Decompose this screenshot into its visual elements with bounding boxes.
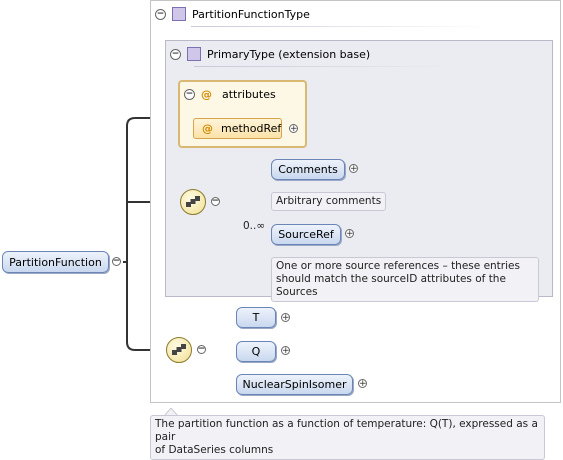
expand-icon[interactable]: + bbox=[345, 229, 354, 239]
collapse-icon[interactable]: − bbox=[170, 48, 181, 60]
sequence-icon bbox=[172, 344, 186, 355]
element-q[interactable]: Q bbox=[236, 341, 276, 362]
attributes-header: − @ attributes bbox=[184, 88, 276, 101]
expand-icon[interactable]: + bbox=[358, 379, 367, 389]
sequence-compositor-icon[interactable] bbox=[180, 189, 206, 215]
header-divider bbox=[194, 66, 454, 67]
attribute-at-icon: @ bbox=[202, 122, 213, 135]
collapse-icon[interactable]: − bbox=[184, 89, 195, 100]
element-comments[interactable]: Comments bbox=[271, 159, 345, 180]
element-name: PartitionFunction bbox=[9, 255, 102, 269]
element-t[interactable]: T bbox=[236, 307, 276, 328]
element-name: Comments bbox=[278, 163, 338, 176]
expand-icon[interactable]: + bbox=[289, 124, 298, 134]
collapse-icon[interactable]: − bbox=[112, 257, 121, 266]
element-name: Q bbox=[251, 345, 261, 358]
root-doc: The partition function as a function of … bbox=[150, 415, 545, 460]
expand-icon[interactable]: + bbox=[349, 164, 358, 174]
collapse-icon[interactable]: − bbox=[211, 197, 220, 206]
type-square-icon bbox=[187, 47, 201, 61]
attribute-name: methodRef bbox=[221, 122, 282, 135]
comments-doc: Arbitrary comments bbox=[271, 192, 387, 211]
element-name: NuclearSpinIsomer bbox=[242, 378, 347, 391]
collapse-icon[interactable]: − bbox=[155, 8, 166, 20]
element-name: T bbox=[252, 311, 260, 324]
collapse-icon[interactable]: − bbox=[197, 345, 206, 354]
element-nuclearspinisomer[interactable]: NuclearSpinIsomer bbox=[236, 374, 353, 395]
expand-icon[interactable]: + bbox=[281, 346, 290, 356]
element-sourceref[interactable]: SourceRef bbox=[271, 224, 341, 245]
base-type-name: PrimaryType (extension base) bbox=[207, 47, 371, 61]
complex-type-header: − PartitionFunctionType bbox=[155, 7, 310, 21]
attributes-label: attributes bbox=[222, 88, 276, 101]
complex-type-name: PartitionFunctionType bbox=[192, 7, 310, 21]
header-divider bbox=[191, 26, 491, 27]
sequence-icon bbox=[186, 196, 200, 207]
sequence-compositor-icon[interactable] bbox=[166, 337, 192, 363]
sourceref-doc: One or more source references – these en… bbox=[271, 257, 539, 302]
expand-icon[interactable]: + bbox=[281, 313, 290, 323]
occurrence-label: 0..∞ bbox=[243, 220, 266, 232]
type-square-icon bbox=[172, 7, 186, 21]
attribute-methodref[interactable]: @ methodRef bbox=[193, 118, 282, 139]
base-type-header: − PrimaryType (extension base) bbox=[170, 47, 370, 61]
root-element-partitionfunction[interactable]: PartitionFunction bbox=[2, 251, 109, 273]
element-name: SourceRef bbox=[278, 228, 334, 241]
attribute-at-icon: @ bbox=[201, 88, 212, 101]
